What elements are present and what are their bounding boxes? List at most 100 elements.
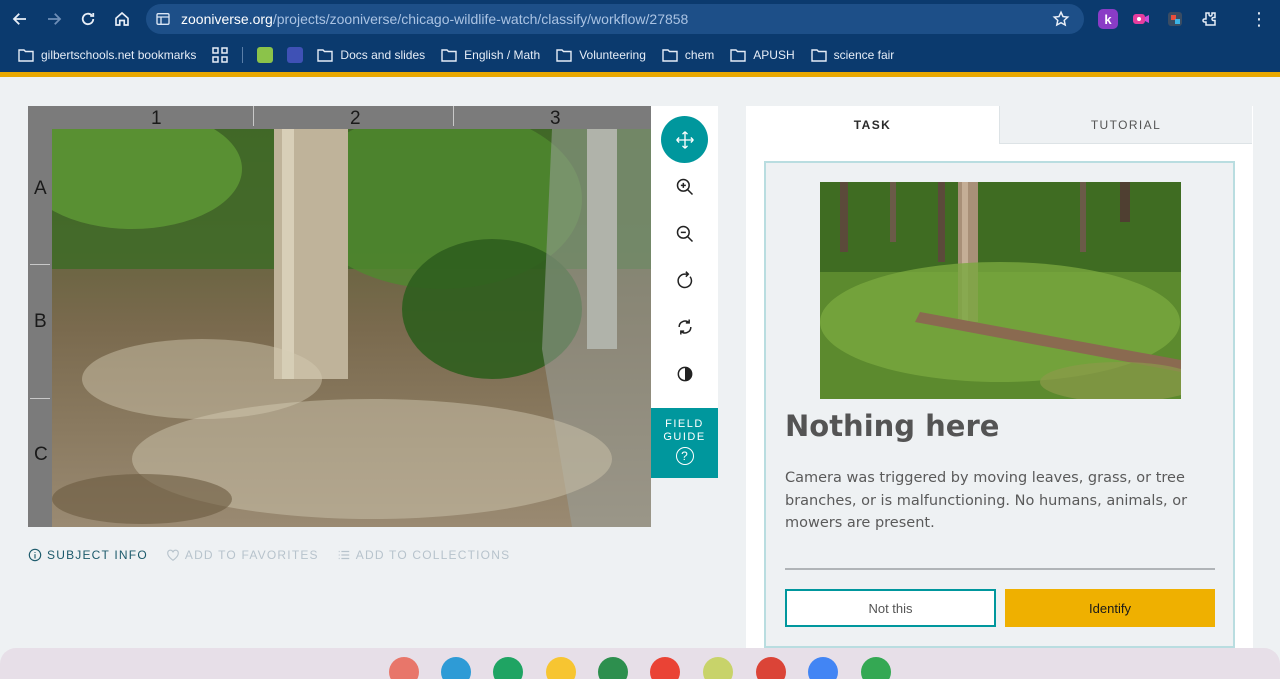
reset-button[interactable] <box>661 303 708 350</box>
grid-tick <box>453 106 454 126</box>
field-guide-label: FIELD <box>665 418 704 430</box>
divider <box>785 568 1215 570</box>
subject-viewer[interactable]: 1 2 3 A B C <box>28 106 651 527</box>
folder-icon <box>18 49 34 62</box>
bookmark-label: science fair <box>833 48 895 62</box>
site-accent-bar <box>0 72 1280 77</box>
url-host: zooniverse.org <box>181 11 273 27</box>
bookmark-separator <box>242 47 244 63</box>
grid-tick <box>30 398 50 399</box>
address-bar[interactable]: zooniverse.org/projects/zooniverse/chica… <box>146 4 1084 34</box>
gmail-app-icon[interactable] <box>650 657 680 679</box>
folder-icon <box>441 49 457 62</box>
choice-title: Nothing here <box>785 409 1000 443</box>
site-info-icon[interactable] <box>155 11 171 27</box>
bookmark-folder-gilbertschools[interactable]: gilbertschools.net bookmarks <box>18 48 196 62</box>
bookmark-folder-docs[interactable]: Docs and slides <box>317 48 425 62</box>
extensions-puzzle-icon[interactable] <box>1199 9 1219 29</box>
apps-grid-icon[interactable] <box>212 47 229 63</box>
bookmark-label: English / Math <box>464 48 541 62</box>
bookmark-folder-english-math[interactable]: English / Math <box>441 48 540 62</box>
grid-tick <box>253 106 254 126</box>
not-this-button[interactable]: Not this <box>785 589 996 627</box>
image-toolbar <box>651 106 718 408</box>
move-button[interactable] <box>661 116 708 163</box>
bookmark-folder-volunteering[interactable]: Volunteering <box>556 48 646 62</box>
add-to-collections-label: ADD TO COLLECTIONS <box>355 548 511 562</box>
subject-info-label: SUBJECT INFO <box>47 548 148 562</box>
extension-screencast-icon[interactable] <box>1165 9 1185 29</box>
back-button[interactable] <box>3 2 37 36</box>
question-icon: ? <box>675 447 694 465</box>
heart-icon <box>167 549 179 561</box>
grid-row-label: B <box>34 311 47 332</box>
grid-column-label: 2 <box>350 108 361 129</box>
bookmark-label: gilbertschools.net bookmarks <box>41 48 197 62</box>
keep-app-icon[interactable] <box>546 657 576 679</box>
bookmark-folder-science-fair[interactable]: science fair <box>810 48 895 62</box>
field-guide-button[interactable]: FIELD GUIDE ? <box>651 408 718 478</box>
home-button[interactable] <box>105 2 139 36</box>
grid-column-label: 3 <box>550 108 561 129</box>
add-to-favorites-link[interactable]: ADD TO FAVORITES <box>166 548 319 562</box>
add-to-favorites-label: ADD TO FAVORITES <box>184 548 319 562</box>
url-text: zooniverse.org/projects/zooniverse/chica… <box>181 11 688 27</box>
extension-k-icon[interactable]: k <box>1098 9 1118 29</box>
subject-info-link[interactable]: SUBJECT INFO <box>28 548 148 562</box>
forward-button[interactable] <box>37 2 71 36</box>
choice-description: Camera was triggered by moving leaves, g… <box>785 470 1188 531</box>
task-tabs: TASK TUTORIAL <box>746 106 1253 144</box>
classroom-app-icon[interactable] <box>441 657 471 679</box>
field-guide-label: GUIDE <box>663 431 706 443</box>
bookmark-label: Docs and slides <box>340 48 426 62</box>
browser-menu-icon[interactable]: ⋮ <box>1249 9 1269 29</box>
sheets-app-icon[interactable] <box>493 657 523 679</box>
grid-row-label: C <box>34 444 48 465</box>
grid-tick <box>30 264 50 265</box>
reload-icon <box>81 12 95 26</box>
grid-row-label: A <box>34 178 47 199</box>
info-icon <box>28 548 42 562</box>
bookmarks-bar: gilbertschools.net bookmarks Docs and sl… <box>0 38 1280 72</box>
tab-task[interactable]: TASK <box>746 106 999 144</box>
zoom-out-icon <box>676 225 693 242</box>
move-icon <box>675 130 694 149</box>
rotate-button[interactable] <box>661 256 708 303</box>
browser-toolbar: zooniverse.org/projects/zooniverse/chica… <box>0 0 1280 38</box>
bookmark-star-icon[interactable] <box>1052 10 1070 28</box>
zoom-in-icon <box>676 178 693 195</box>
bookmark-label: chem <box>684 48 715 62</box>
home-icon <box>115 11 129 26</box>
choice-example-image <box>820 182 1181 399</box>
drive-app-icon[interactable] <box>598 657 628 679</box>
choice-detail-card: Nothing here Camera was triggered by mov… <box>764 161 1235 648</box>
play-store-app-icon[interactable] <box>861 657 891 679</box>
identify-button[interactable]: Identify <box>1005 589 1215 627</box>
tab-tutorial[interactable]: TUTORIAL <box>999 106 1252 144</box>
invert-button[interactable] <box>661 350 708 397</box>
folder-icon <box>662 49 678 62</box>
zoom-in-button[interactable] <box>661 163 708 210</box>
folder-icon <box>730 49 746 62</box>
zoom-out-button[interactable] <box>661 210 708 257</box>
bookmark-folder-chem[interactable]: chem <box>662 48 714 62</box>
os-shelf <box>0 648 1280 679</box>
list-icon <box>338 550 350 560</box>
bookmark-stripes-icon[interactable] <box>287 47 304 63</box>
extension-camera-icon[interactable] <box>1131 9 1151 29</box>
bookmark-c-icon[interactable] <box>257 47 274 63</box>
bookmark-label: Volunteering <box>579 48 646 62</box>
add-to-collections-link[interactable]: ADD TO COLLECTIONS <box>337 548 511 562</box>
bookmark-folder-apush[interactable]: APUSH <box>730 48 795 62</box>
subject-image[interactable] <box>52 129 651 527</box>
url-path: /projects/zooniverse/chicago-wildlife-wa… <box>272 11 689 27</box>
bookmark-label: APUSH <box>753 48 795 62</box>
task-panel: TASK TUTORIAL Nothing here Camera was tr… <box>746 106 1253 651</box>
reset-icon <box>677 319 692 334</box>
palette-app-icon[interactable] <box>389 657 419 679</box>
reload-button[interactable] <box>71 2 105 36</box>
chrome-app-icon[interactable] <box>756 657 786 679</box>
docs-app-icon[interactable] <box>808 657 838 679</box>
slides-app-icon[interactable] <box>703 657 733 679</box>
arrow-right-icon <box>48 13 62 25</box>
